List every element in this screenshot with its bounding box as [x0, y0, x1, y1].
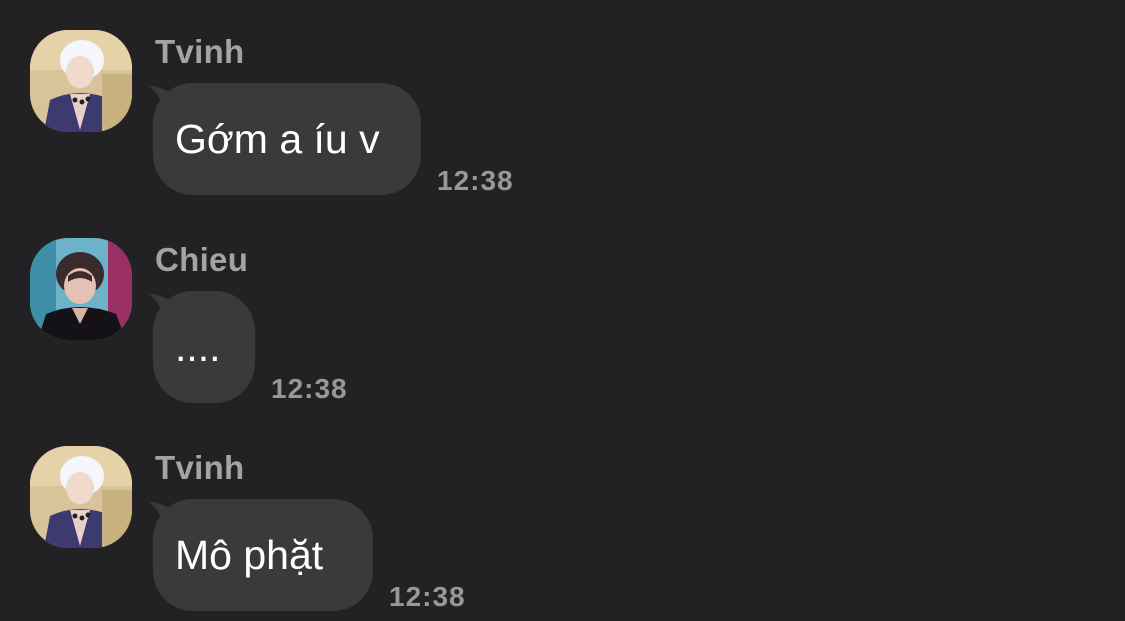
- message-timestamp: 12:38: [389, 581, 466, 612]
- message-text: Mô phặt: [175, 532, 324, 578]
- sender-avatar[interactable]: [30, 446, 132, 548]
- sender-name: Tvinh: [155, 33, 245, 70]
- sender-avatar[interactable]: [30, 30, 132, 132]
- message-timestamp: 12:38: [271, 373, 348, 404]
- sender-name: Chieu: [155, 241, 249, 278]
- tvinh-avatar-image: [30, 30, 132, 132]
- message-row: Tvinh Mô phặt 12:38: [0, 446, 1125, 621]
- sender-name: Tvinh: [155, 449, 245, 486]
- message-row: Chieu .... 12:38: [0, 238, 1125, 438]
- message-bubble[interactable]: ....: [153, 291, 255, 403]
- message-bubble[interactable]: Mô phặt: [153, 499, 373, 611]
- message-timestamp: 12:38: [437, 165, 514, 196]
- message-bubble[interactable]: Gớm a íu v: [153, 83, 421, 195]
- sender-avatar[interactable]: [30, 238, 132, 340]
- tvinh-avatar-image: [30, 446, 132, 548]
- message-text: Gớm a íu v: [175, 116, 380, 162]
- chieu-avatar-image: [30, 238, 132, 340]
- message-text: ....: [175, 324, 221, 370]
- chat-thread: Tvinh Gớm a íu v 12:38 Chieu .... 12:38 …: [0, 0, 1125, 621]
- message-row: Tvinh Gớm a íu v 12:38: [0, 30, 1125, 230]
